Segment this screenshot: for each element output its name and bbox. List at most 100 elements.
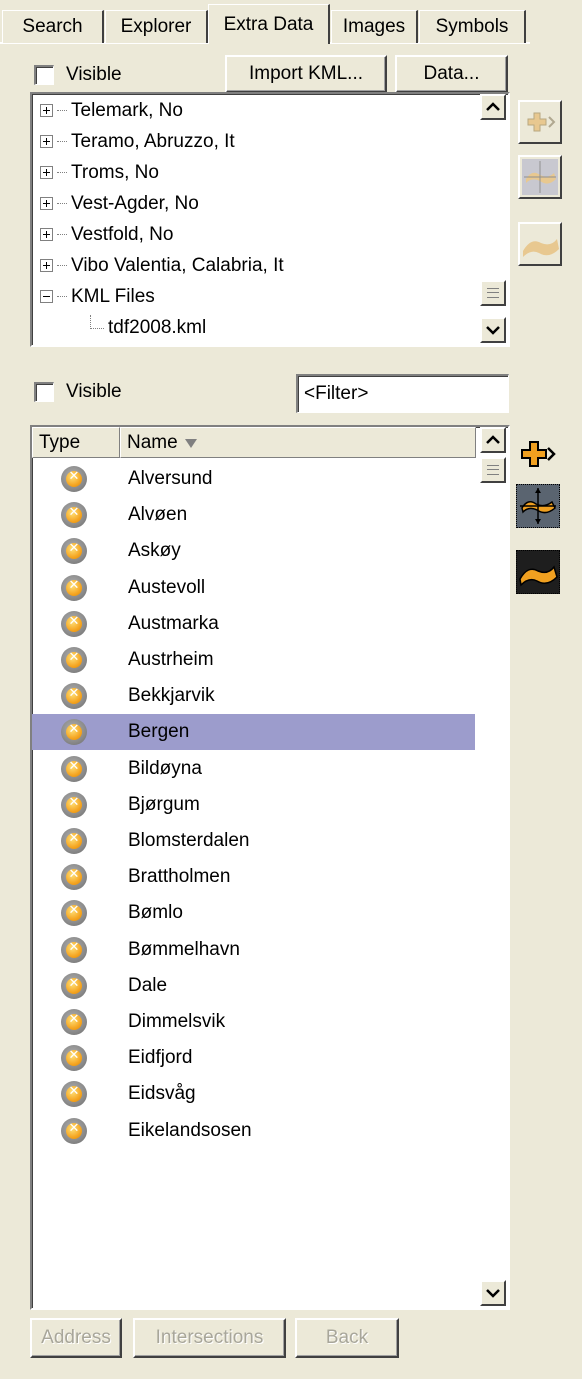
tree-item-label: Vestfold, No: [71, 223, 174, 245]
chevron-down-icon: [486, 1289, 500, 1298]
import-kml-button[interactable]: Import KML...: [225, 55, 387, 93]
expand-icon[interactable]: [40, 166, 53, 179]
tab-extra-data[interactable]: Extra Data: [208, 4, 330, 46]
address-button[interactable]: Address: [30, 1318, 122, 1358]
tree-connector: [90, 314, 104, 329]
tab-symbols[interactable]: Symbols: [419, 10, 526, 43]
list-item[interactable]: Austevoll: [32, 570, 475, 606]
map-center-icon: [522, 159, 558, 195]
back-button[interactable]: Back: [295, 1318, 399, 1358]
column-type-label: Type: [39, 431, 81, 453]
data-button[interactable]: Data...: [395, 55, 508, 93]
zoom-to-area-button-top[interactable]: [518, 222, 562, 266]
tab-search[interactable]: Search: [2, 10, 104, 43]
expand-icon[interactable]: [40, 259, 53, 272]
expand-icon[interactable]: [40, 135, 53, 148]
list-scroll-up-button[interactable]: [480, 427, 506, 453]
tree-item[interactable]: Troms, No: [40, 157, 159, 188]
place-type-icon: [61, 466, 87, 492]
kml-tree-view[interactable]: Telemark, No Teramo, Abruzzo, It Troms, No…: [30, 92, 510, 347]
tree-connector: [57, 234, 67, 235]
tree-item-label: Vest-Agder, No: [71, 192, 199, 214]
bottom-visible-checkbox[interactable]: Visible: [34, 381, 122, 403]
tree-scroll-thumb[interactable]: [480, 280, 506, 306]
tree-item[interactable]: Vest-Agder, No: [40, 188, 199, 219]
list-item[interactable]: Eidsvåg: [32, 1076, 475, 1112]
add-arrow-icon: [527, 112, 556, 132]
place-name: Blomsterdalen: [128, 830, 250, 851]
list-item[interactable]: Brattholmen: [32, 859, 475, 895]
list-item[interactable]: Bildøyna: [32, 751, 475, 787]
list-item[interactable]: Austmarka: [32, 606, 475, 642]
list-item[interactable]: Bekkjarvik: [32, 678, 475, 714]
list-scroll-thumb[interactable]: [480, 457, 506, 483]
center-on-map-button[interactable]: [516, 484, 560, 528]
list-item[interactable]: Bjørgum: [32, 787, 475, 823]
list-item[interactable]: Eidfjord: [32, 1040, 475, 1076]
tree-item-label: tdf2008.kml: [108, 316, 207, 338]
list-item[interactable]: Askøy: [32, 533, 475, 569]
list-item[interactable]: Bømlo: [32, 895, 475, 931]
collapse-icon[interactable]: [40, 290, 53, 303]
column-header-name[interactable]: Name: [120, 427, 476, 458]
place-name: Bømlo: [128, 902, 183, 924]
tree-connector: [57, 296, 67, 297]
list-item[interactable]: Eikelandsosen: [32, 1113, 475, 1149]
place-type-icon: [61, 1009, 87, 1035]
chevron-up-icon: [486, 102, 500, 111]
checkbox-box[interactable]: [34, 65, 54, 85]
list-item[interactable]: Alvøen: [32, 497, 475, 533]
center-on-map-button-top[interactable]: [518, 155, 562, 199]
list-item[interactable]: Dimmelsvik: [32, 1004, 475, 1040]
places-list-view[interactable]: Type Name Alversund Alvøen Askøy Austevoll A…: [30, 425, 510, 1310]
place-type-icon: [61, 828, 87, 854]
place-type-icon: [61, 574, 87, 601]
tab-bar: Search Explorer Extra Data Images Symbol…: [0, 0, 582, 46]
list-item[interactable]: Austrheim: [32, 642, 475, 678]
place-name: Austmarka: [128, 612, 219, 634]
tab-images[interactable]: Images: [331, 10, 418, 43]
place-type-icon: [61, 1117, 87, 1144]
tree-scroll-up-button[interactable]: [480, 94, 506, 120]
checkbox-box[interactable]: [34, 382, 54, 402]
expand-icon[interactable]: [40, 104, 53, 117]
tree-connector: [57, 203, 67, 204]
tree-scroll-down-button[interactable]: [480, 317, 506, 343]
list-item[interactable]: Bergen: [32, 714, 475, 751]
list-item[interactable]: Alversund: [32, 461, 475, 497]
add-arrow-icon: [521, 441, 556, 467]
filter-input[interactable]: <Filter>: [296, 374, 509, 413]
tree-item[interactable]: tdf2008.kml: [90, 312, 206, 343]
column-header-type[interactable]: Type: [32, 427, 120, 458]
add-to-route-button[interactable]: [516, 432, 560, 476]
expand-icon[interactable]: [40, 197, 53, 210]
tree-item[interactable]: Teramo, Abruzzo, It: [40, 126, 235, 157]
list-item[interactable]: Dale: [32, 968, 475, 1004]
zoom-to-area-button[interactable]: [516, 550, 560, 594]
place-name: Bildøyna: [128, 757, 202, 779]
area-icon: [523, 239, 559, 257]
top-visible-label: Visible: [66, 64, 122, 85]
place-type-icon: [61, 864, 87, 891]
top-visible-checkbox[interactable]: Visible: [34, 64, 122, 86]
tab-explorer[interactable]: Explorer: [105, 10, 208, 43]
area-icon: [519, 565, 558, 587]
tree-item[interactable]: KML Files: [40, 281, 155, 312]
place-type-icon: [61, 719, 87, 746]
tree-item[interactable]: Telemark, No: [40, 95, 183, 126]
place-name: Dale: [128, 974, 168, 996]
place-type-icon: [61, 755, 87, 782]
tree-item[interactable]: Vestfold, No: [40, 219, 173, 250]
place-type-icon: [61, 791, 87, 818]
list-item[interactable]: Bømmelhavn: [32, 932, 475, 968]
place-type-icon: [61, 502, 87, 529]
intersections-button[interactable]: Intersections: [133, 1318, 286, 1358]
list-item[interactable]: Blomsterdalen: [32, 823, 475, 859]
tree-item[interactable]: Vibo Valentia, Calabria, It: [40, 250, 284, 281]
place-name: Bømmelhavn: [128, 938, 240, 960]
add-to-route-button-top[interactable]: [518, 100, 562, 144]
list-scroll-down-button[interactable]: [480, 1280, 506, 1306]
place-name: Austrheim: [128, 649, 214, 670]
tree-item-label: Teramo, Abruzzo, It: [71, 130, 235, 152]
expand-icon[interactable]: [40, 228, 53, 241]
